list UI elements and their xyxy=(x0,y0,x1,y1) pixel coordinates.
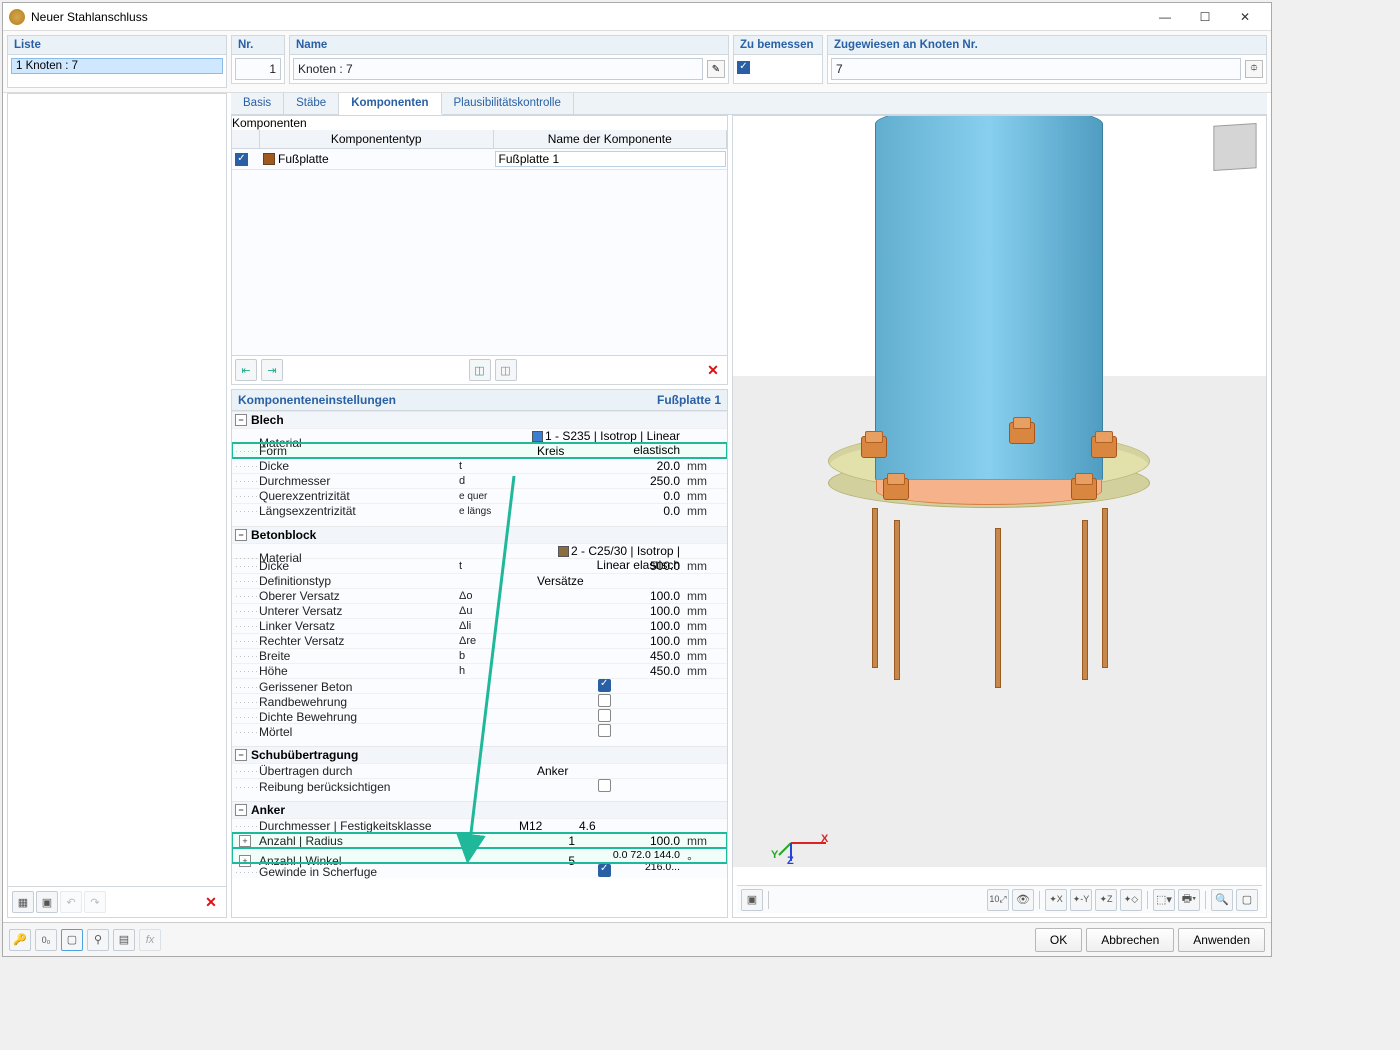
komp-add-icon[interactable]: ⇤ xyxy=(235,359,257,381)
ok-button[interactable]: OK xyxy=(1035,928,1082,952)
view-tool-cube[interactable]: ⬚▾ xyxy=(1153,889,1175,911)
tab-basis[interactable]: Basis xyxy=(231,93,284,114)
toggle-beton[interactable]: − xyxy=(235,529,247,541)
moertel-checkbox[interactable] xyxy=(598,724,611,737)
col-komponententyp: Komponententyp xyxy=(260,130,494,148)
nr-field[interactable]: 1 xyxy=(235,58,281,80)
view-tool-axis-z[interactable]: ✦Z xyxy=(1095,889,1117,911)
tab-komponenten[interactable]: Komponenten xyxy=(339,93,441,115)
dichte-checkbox[interactable] xyxy=(598,709,611,722)
anchor-bolt xyxy=(1091,436,1117,458)
view-tool-zoom[interactable]: 10⤢ xyxy=(987,889,1009,911)
anchor-rod xyxy=(1102,508,1108,668)
row-anzahl-radius[interactable]: +Anzahl | Radius1100.0mm xyxy=(232,833,727,848)
anchor-bolt xyxy=(883,478,909,500)
foot-tool-4[interactable]: ⚲ xyxy=(87,929,109,951)
view-tool-select[interactable]: ▣ xyxy=(741,889,763,911)
axis-gizmo: X Y Z xyxy=(771,803,831,863)
settings-header: Komponenteneinstellungen xyxy=(238,393,396,407)
delete-icon[interactable]: ✕ xyxy=(200,891,222,913)
tabs: Basis Stäbe Komponenten Plausibilitätsko… xyxy=(231,93,1267,115)
komp-dup-icon[interactable]: ⇥ xyxy=(261,359,283,381)
view-toolbar: ▣ 10⤢ 👁 ✦X ✦-Y ✦Z ✦◇ ⬚▾ 🖶▾ xyxy=(737,885,1262,913)
gerissener-checkbox[interactable] xyxy=(598,679,611,692)
liste-header: Liste xyxy=(8,36,226,55)
settings-subtitle: Fußplatte 1 xyxy=(657,393,721,407)
dialog-footer: 🔑 0₀ ▢ ⚲ ▤ fx OK Abbrechen Anwenden xyxy=(3,922,1271,956)
foot-tool-1[interactable]: 🔑 xyxy=(9,929,31,951)
name-field[interactable]: Knoten : 7 xyxy=(293,58,703,80)
bemessen-checkbox[interactable]: ✓ xyxy=(737,61,750,74)
anchor-bolt xyxy=(1009,422,1035,444)
3d-viewport[interactable]: X Y Z ▣ 10⤢ 👁 ✦X ✦-Y ✦Z ✦◇ xyxy=(732,115,1267,918)
anchor-bolt xyxy=(861,436,887,458)
nav-cube[interactable] xyxy=(1213,123,1256,171)
toggle-schub[interactable]: − xyxy=(235,749,247,761)
view-tool-expand[interactable]: ▢ xyxy=(1236,889,1258,911)
apply-button[interactable]: Anwenden xyxy=(1178,928,1265,952)
column-cylinder xyxy=(875,115,1103,498)
app-icon xyxy=(9,9,25,25)
toggle-anker[interactable]: − xyxy=(235,804,247,816)
minimize-button[interactable]: — xyxy=(1145,5,1185,29)
komp-delete-icon[interactable]: ✕ xyxy=(702,359,724,381)
foot-tool-6[interactable]: fx xyxy=(139,929,161,951)
anchor-rod xyxy=(1082,520,1088,680)
tab-staebe[interactable]: Stäbe xyxy=(284,93,339,114)
col-name-komponente: Name der Komponente xyxy=(494,130,728,148)
reibung-checkbox[interactable] xyxy=(598,779,611,792)
component-active-checkbox[interactable]: ✓ xyxy=(235,153,248,166)
name-header: Name xyxy=(290,36,728,55)
foot-tool-3[interactable]: ▢ xyxy=(61,929,83,951)
sidebar-tool-1[interactable]: ▦ xyxy=(12,891,34,913)
view-tool-eye[interactable]: 👁 xyxy=(1012,889,1034,911)
row-anzahl-winkel[interactable]: +Anzahl | Winkel50.0 72.0 144.0 216.0...… xyxy=(232,848,727,863)
komponenten-header: Komponenten xyxy=(232,116,727,130)
anchor-rod xyxy=(995,528,1001,688)
sidebar: ▦ ▣ ↶ ↷ ✕ xyxy=(7,93,227,918)
toggle-blech[interactable]: − xyxy=(235,414,247,426)
component-row[interactable]: ✓ Fußplatte Fußplatte 1 xyxy=(232,149,727,170)
sidebar-tool-4[interactable]: ↷ xyxy=(84,891,106,913)
close-button[interactable]: ✕ xyxy=(1225,5,1265,29)
cancel-button[interactable]: Abbrechen xyxy=(1086,928,1174,952)
maximize-button[interactable]: ☐ xyxy=(1185,5,1225,29)
row-form[interactable]: ······FormKreis xyxy=(232,443,727,458)
anchor-rod xyxy=(872,508,878,668)
view-tool-print[interactable]: 🖶▾ xyxy=(1178,889,1200,911)
knoten-field[interactable]: 7 xyxy=(831,58,1241,80)
anchor-bolt xyxy=(1071,478,1097,500)
titlebar: Neuer Stahlanschluss — ☐ ✕ xyxy=(3,3,1271,31)
komp-lib1-icon[interactable]: ◫ xyxy=(469,359,491,381)
sidebar-tool-2[interactable]: ▣ xyxy=(36,891,58,913)
bemessen-header: Zu bemessen xyxy=(734,36,822,55)
foot-tool-5[interactable]: ▤ xyxy=(113,929,135,951)
nr-header: Nr. xyxy=(232,36,284,55)
foot-tool-2[interactable]: 0₀ xyxy=(35,929,57,951)
view-tool-axis-y[interactable]: ✦-Y xyxy=(1070,889,1092,911)
gewinde-checkbox[interactable] xyxy=(598,864,611,877)
pick-node-icon[interactable]: ⯐ xyxy=(1245,60,1263,78)
anchor-rod xyxy=(894,520,900,680)
knoten-header: Zugewiesen an Knoten Nr. xyxy=(828,36,1266,55)
liste-item[interactable]: 1 Knoten : 7 xyxy=(11,58,223,74)
component-color-chip xyxy=(263,153,275,165)
view-tool-search[interactable]: 🔍 xyxy=(1211,889,1233,911)
sidebar-tool-3[interactable]: ↶ xyxy=(60,891,82,913)
edit-name-icon[interactable]: ✎ xyxy=(707,60,725,78)
view-tool-iso[interactable]: ✦◇ xyxy=(1120,889,1142,911)
rand-checkbox[interactable] xyxy=(598,694,611,707)
komp-lib2-icon[interactable]: ◫ xyxy=(495,359,517,381)
window-title: Neuer Stahlanschluss xyxy=(31,10,1145,24)
view-tool-axis-xz[interactable]: ✦X xyxy=(1045,889,1067,911)
tab-plausibilitaet[interactable]: Plausibilitätskontrolle xyxy=(442,93,574,114)
